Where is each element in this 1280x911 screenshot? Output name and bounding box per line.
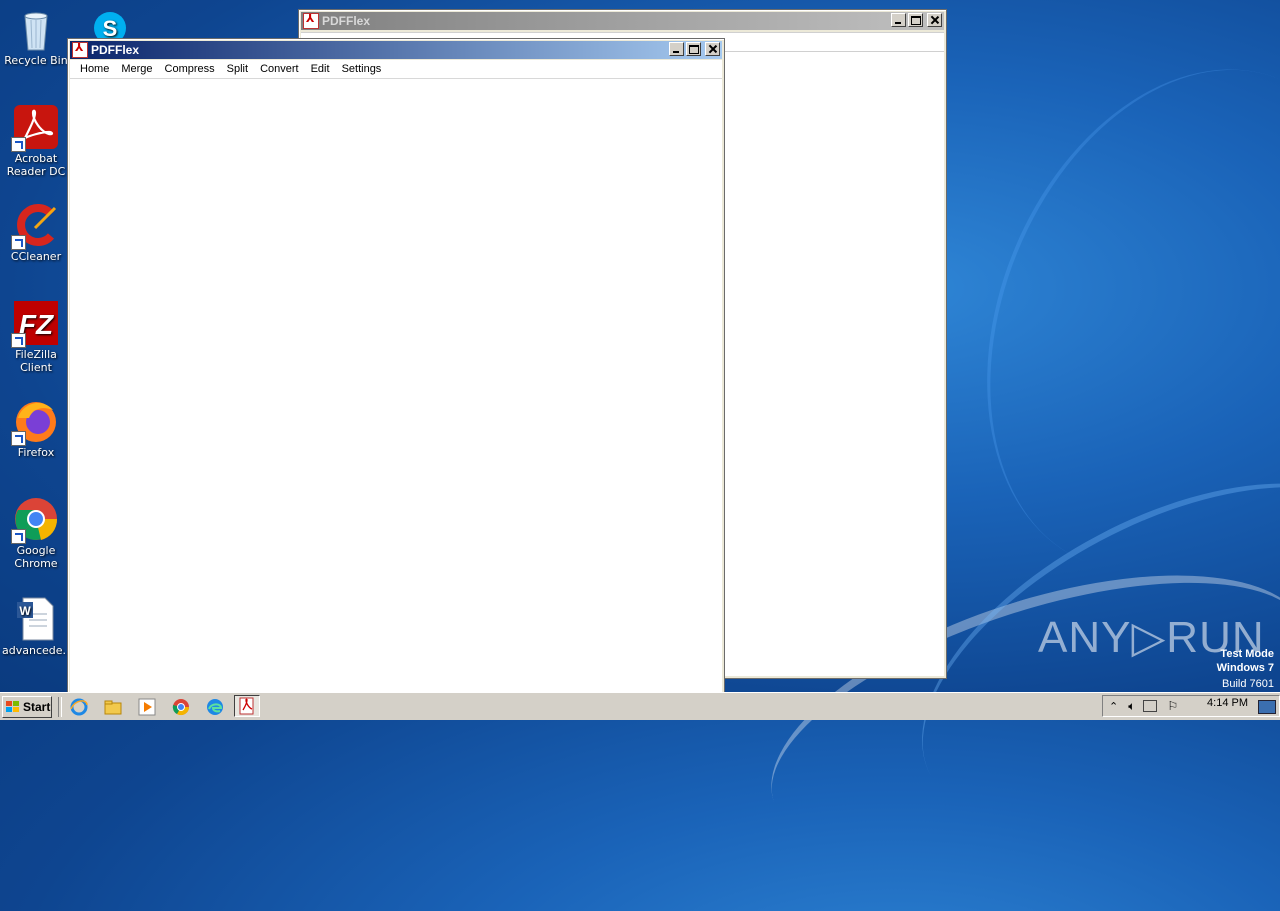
filezilla-icon: FZ <box>11 300 59 348</box>
test-mode-label: Test Mode <box>1220 648 1274 660</box>
shortcut-arrow-icon <box>11 431 26 446</box>
desktop-icon-label: Recycle Bin <box>4 54 68 67</box>
desktop-icon-word-document[interactable]: W advancede... <box>2 596 74 657</box>
close-button[interactable] <box>927 13 942 27</box>
menu-compress[interactable]: Compress <box>159 63 221 75</box>
file-explorer-icon[interactable] <box>103 697 123 717</box>
desktop-icon-acrobat-reader[interactable]: Acrobat Reader DC <box>2 104 70 178</box>
desktop-icon-ccleaner[interactable]: CCleaner <box>2 202 70 263</box>
maximize-button[interactable] <box>686 42 701 56</box>
pdfflex-taskbar-button[interactable] <box>234 695 260 717</box>
clock[interactable]: 4:14 PM <box>1207 697 1248 709</box>
desktop-icon-label: CCleaner <box>10 250 62 263</box>
menu-merge[interactable]: Merge <box>115 63 158 75</box>
chrome-taskbar-icon[interactable] <box>171 697 191 717</box>
close-button[interactable] <box>705 42 720 56</box>
menu-settings[interactable]: Settings <box>336 63 388 75</box>
windows-flag-icon <box>6 701 20 713</box>
menu-home[interactable]: Home <box>74 63 115 75</box>
minimize-button[interactable] <box>669 42 684 56</box>
titlebar[interactable]: PDFFlex <box>301 12 944 30</box>
shortcut-arrow-icon <box>11 137 26 152</box>
desktop-icon-recycle-bin[interactable]: Recycle Bin <box>2 6 70 67</box>
window-title: PDFFlex <box>322 14 371 28</box>
pdf-app-icon <box>72 41 88 58</box>
firefox-icon <box>11 398 59 446</box>
build-label: Build 7601 <box>1222 678 1274 690</box>
desktop-icon-firefox[interactable]: Firefox <box>2 398 70 459</box>
start-label: Start <box>23 700 51 714</box>
menu-split[interactable]: Split <box>221 63 254 75</box>
titlebar[interactable]: PDFFlex <box>70 41 722 59</box>
minimize-button[interactable] <box>891 13 906 27</box>
taskbar-separator <box>58 697 62 717</box>
edge-icon[interactable] <box>205 697 225 717</box>
shortcut-arrow-icon <box>11 235 26 250</box>
show-hidden-icons-icon[interactable]: ⌃ <box>1109 700 1118 713</box>
window-client-area <box>70 79 722 693</box>
wallpaper-streak <box>915 10 1280 630</box>
system-tray: ⌃ 🔈︎ ⚐ <box>1102 695 1280 717</box>
media-player-icon[interactable] <box>137 697 157 717</box>
recycle-bin-icon <box>13 6 59 52</box>
volume-icon[interactable]: 🔈︎ <box>1128 699 1135 714</box>
action-center-flag-icon[interactable]: ⚐ <box>1167 699 1178 713</box>
desktop-icon-google-chrome[interactable]: Google Chrome <box>2 496 70 570</box>
desktop-icon-filezilla[interactable]: FZ FileZilla Client <box>2 300 70 374</box>
maximize-button[interactable] <box>908 13 923 27</box>
pdf-app-icon <box>303 12 319 29</box>
desktop-icon-label: Google Chrome <box>14 544 58 570</box>
acrobat-reader-icon <box>11 104 59 152</box>
show-desktop-icon[interactable] <box>1258 700 1276 714</box>
menu-convert[interactable]: Convert <box>254 63 305 75</box>
desktop-icon-label: FileZilla Client <box>15 348 57 374</box>
taskbar: Start ⌃ 🔈︎ ⚐ 4:14 PM <box>0 692 1280 720</box>
internet-explorer-icon[interactable] <box>69 697 89 717</box>
shortcut-arrow-icon <box>11 529 26 544</box>
desktop-icon-label: Acrobat Reader DC <box>6 152 66 178</box>
start-button[interactable]: Start <box>2 696 52 718</box>
desktop-icon-label: advancede... <box>2 644 74 657</box>
svg-text:W: W <box>19 604 31 618</box>
menu-bar: Home Merge Compress Split Convert Edit S… <box>70 60 722 79</box>
word-document-icon: W <box>13 596 59 642</box>
pdfflex-window-main[interactable]: PDFFlex Home Merge Compress Split Conver… <box>67 38 725 696</box>
menu-edit[interactable]: Edit <box>305 63 336 75</box>
window-title: PDFFlex <box>91 43 140 57</box>
network-icon[interactable] <box>1143 700 1158 712</box>
ccleaner-icon <box>11 202 59 250</box>
desktop-icon-label: Firefox <box>17 446 55 459</box>
chrome-icon <box>11 496 59 544</box>
windows-version-label: Windows 7 <box>1216 662 1274 674</box>
shortcut-arrow-icon <box>11 333 26 348</box>
